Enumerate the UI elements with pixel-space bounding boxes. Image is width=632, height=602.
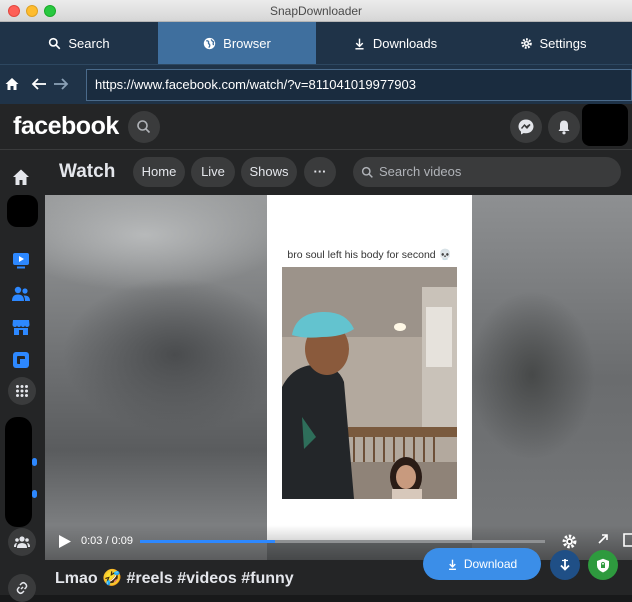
quick-download-button[interactable]	[550, 550, 580, 580]
link-button[interactable]	[8, 574, 36, 602]
shield-icon	[597, 558, 609, 572]
gear-icon	[520, 37, 532, 49]
link-icon	[16, 581, 28, 595]
groups-button[interactable]	[8, 528, 36, 556]
watch-tab-home[interactable]: Home	[133, 157, 185, 187]
gaming-icon[interactable]	[11, 350, 31, 370]
arrow-down-icon	[560, 559, 570, 571]
gear-icon[interactable]	[561, 533, 578, 550]
download-button[interactable]: Download	[423, 548, 541, 580]
search-icon	[361, 166, 373, 178]
facebook-logo[interactable]: facebook	[13, 112, 119, 141]
video-progress-fill	[140, 540, 275, 543]
search-videos-input[interactable]: Search videos	[353, 157, 621, 187]
fullscreen-icon[interactable]	[623, 533, 632, 547]
groups-icon	[14, 536, 30, 548]
messenger-button[interactable]	[510, 111, 542, 143]
browser-address-row: https://www.facebook.com/watch/?v=811041…	[0, 64, 632, 104]
home-icon[interactable]	[4, 76, 20, 92]
tab-settings-label: Settings	[539, 35, 587, 51]
video-controls: 0:03 / 0:09	[45, 525, 632, 560]
watch-tab-live[interactable]: Live	[191, 157, 235, 187]
friends-icon[interactable]	[11, 284, 31, 304]
video-player[interactable]: bro soul left his body for second 💀	[45, 195, 632, 560]
search-icon	[49, 37, 61, 49]
video-blurred-background	[472, 195, 632, 560]
home-icon[interactable]	[11, 167, 31, 187]
video-time: 0:03 / 0:09	[81, 535, 133, 547]
notification-dot	[32, 490, 37, 498]
window-title-bar: SnapDownloader	[0, 0, 632, 22]
back-arrow-icon[interactable]	[31, 76, 47, 92]
post-info-bar: Lmao 🤣 #reels #videos #funny	[45, 560, 632, 595]
play-icon[interactable]	[59, 535, 71, 548]
facebook-search-button[interactable]	[128, 111, 160, 143]
download-icon	[355, 38, 364, 50]
watch-header: Watch Home Live Shows ··· Search videos	[45, 150, 632, 195]
reel-scene-image	[282, 267, 457, 499]
reel-video-frame	[282, 267, 457, 499]
tab-search[interactable]: Search	[0, 22, 158, 64]
expand-icon[interactable]	[597, 533, 609, 545]
grid-icon	[16, 385, 28, 397]
notification-dot	[32, 458, 37, 466]
download-icon	[448, 559, 456, 570]
post-title: Lmao 🤣 #reels #videos #funny	[55, 570, 294, 587]
tab-downloads-label: Downloads	[372, 35, 438, 51]
bell-icon	[558, 120, 570, 135]
download-button-label: Download	[463, 557, 518, 571]
menu-grid-button[interactable]	[8, 377, 36, 405]
tab-search-label: Search	[68, 35, 110, 51]
app-tab-bar: Search Browser Downloads Settings	[0, 22, 632, 64]
marketplace-icon[interactable]	[11, 317, 31, 337]
tab-browser-label: Browser	[223, 35, 271, 51]
search-icon	[137, 120, 151, 134]
url-input[interactable]: https://www.facebook.com/watch/?v=811041…	[86, 69, 632, 101]
video-blurred-background	[45, 195, 267, 560]
video-progress-bar[interactable]	[140, 540, 545, 543]
forward-arrow-icon[interactable]	[53, 76, 69, 92]
shortcuts-redacted[interactable]	[5, 417, 32, 527]
window-title: SnapDownloader	[269, 4, 363, 18]
tab-downloads[interactable]: Downloads	[316, 22, 474, 64]
watch-title: Watch	[59, 161, 116, 182]
tab-browser[interactable]: Browser	[158, 22, 316, 64]
notifications-button[interactable]	[548, 111, 580, 143]
watch-more-button[interactable]: ···	[304, 157, 336, 187]
security-shield-button[interactable]	[588, 550, 618, 580]
messenger-icon	[518, 119, 534, 135]
watch-video-icon[interactable]	[11, 250, 31, 270]
facebook-header: facebook	[0, 104, 632, 150]
reel-content: bro soul left his body for second 💀	[267, 195, 472, 540]
globe-icon	[203, 37, 216, 49]
profile-avatar-redacted[interactable]	[7, 195, 38, 227]
watch-tab-shows[interactable]: Shows	[241, 157, 297, 187]
facebook-left-sidebar	[0, 150, 45, 602]
reel-caption: bro soul left his body for second 💀	[287, 249, 452, 261]
tab-settings[interactable]: Settings	[474, 22, 632, 64]
account-avatar-redacted[interactable]	[582, 104, 628, 146]
